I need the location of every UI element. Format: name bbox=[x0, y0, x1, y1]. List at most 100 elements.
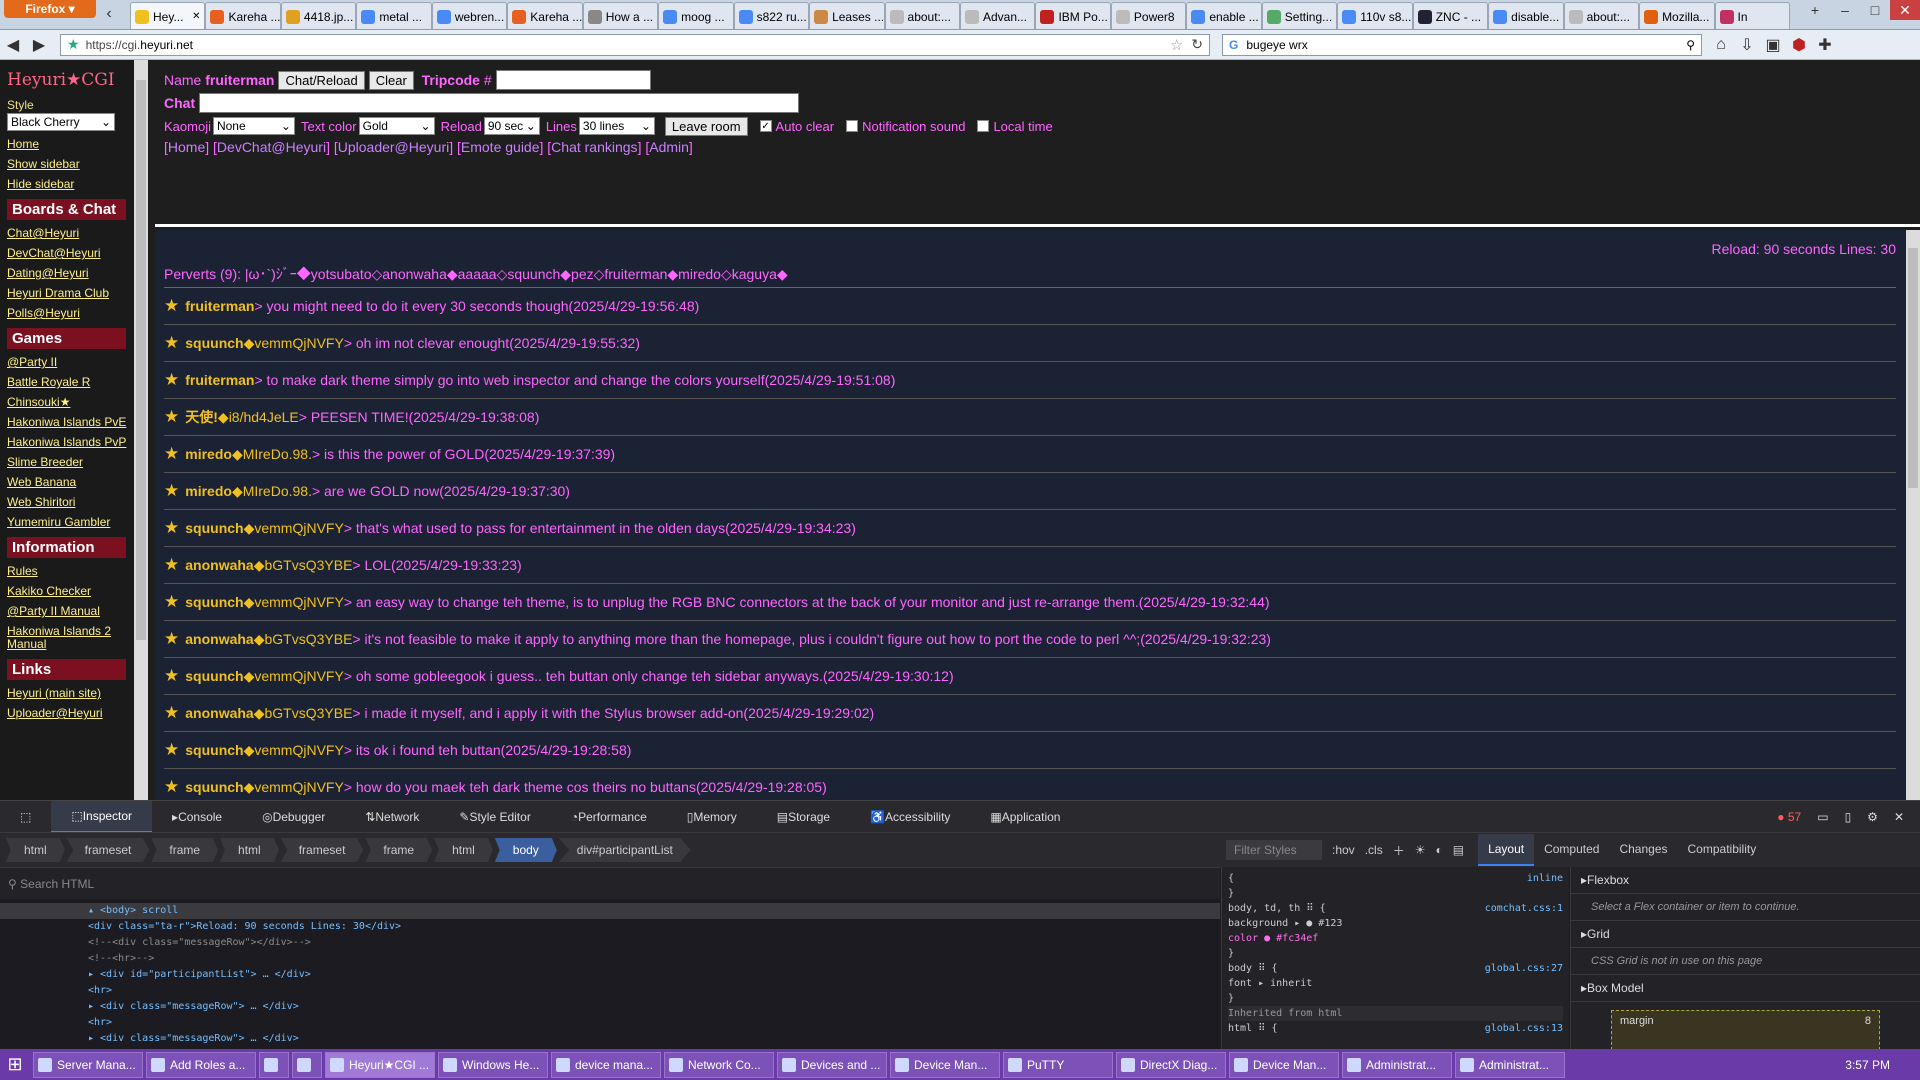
chat-nav-link[interactable]: Emote guide bbox=[461, 139, 540, 155]
sidebar-link[interactable]: Heyuri (main site) bbox=[7, 687, 148, 700]
sidebar-link[interactable]: Chat@Heyuri bbox=[7, 227, 148, 240]
lines-select[interactable]: 30 lines ⌄ bbox=[578, 117, 655, 135]
start-button[interactable]: ⊞ bbox=[0, 1049, 30, 1080]
puzzle-icon[interactable]: ✚ bbox=[1812, 33, 1838, 57]
chat-nav-link[interactable]: Admin bbox=[649, 139, 689, 155]
taskbar-item[interactable]: Administrat... bbox=[1455, 1051, 1565, 1078]
html-tree-node[interactable]: ▸ <div id="participantList"> … </div> bbox=[0, 967, 1220, 983]
taskbar-item[interactable]: Device Man... bbox=[890, 1051, 1000, 1078]
sidebar-link[interactable]: Chinsouki★ bbox=[7, 396, 148, 409]
sidebar-link[interactable]: @Party II bbox=[7, 356, 148, 369]
html-tree-node[interactable]: <hr> bbox=[0, 1015, 1220, 1031]
chat-input[interactable] bbox=[199, 93, 800, 113]
hov-toggle[interactable]: :hov bbox=[1332, 843, 1355, 857]
add-rule-icon[interactable]: ＋ bbox=[1393, 842, 1405, 859]
scroll-thumb[interactable] bbox=[1908, 248, 1918, 488]
forward-button[interactable]: ▶ bbox=[26, 33, 52, 57]
devtools-side-tab[interactable]: Layout bbox=[1478, 834, 1535, 866]
devtools-side-tab[interactable]: Computed bbox=[1534, 834, 1609, 866]
taskbar-item[interactable]: Server Mana... bbox=[33, 1051, 143, 1078]
taskbar-item[interactable]: Windows He... bbox=[438, 1051, 548, 1078]
browser-tab[interactable]: 4418.jp... bbox=[280, 2, 357, 29]
search-bar[interactable]: G bugeye wrx ⚲ bbox=[1222, 33, 1702, 56]
devtools-tab-inspector[interactable]: ⬚ Inspector bbox=[51, 800, 153, 833]
taskbar-item[interactable]: Add Roles a... bbox=[146, 1051, 256, 1078]
chat-scrollbar[interactable] bbox=[1906, 230, 1920, 800]
taskbar-item[interactable]: PuTTY bbox=[1003, 1051, 1113, 1078]
breadcrumb-item[interactable]: html bbox=[6, 838, 65, 862]
sidebar-link[interactable]: Hakoniwa Islands PvP bbox=[7, 436, 148, 449]
browser-tab[interactable]: IBM Po... bbox=[1035, 2, 1111, 29]
maximize-button[interactable]: □ bbox=[1860, 0, 1890, 20]
sidebar-link[interactable]: @Party II Manual bbox=[7, 605, 148, 618]
scroll-thumb[interactable] bbox=[136, 80, 146, 640]
devtools-tab-performance[interactable]: ◔ Performance bbox=[551, 801, 667, 833]
close-window-button[interactable]: ✕ bbox=[1890, 0, 1920, 20]
style-select[interactable]: Black Cherry ⌄ bbox=[7, 113, 115, 131]
name-value[interactable]: fruiterman bbox=[205, 72, 274, 88]
devtools-tab-debugger[interactable]: ◎ Debugger bbox=[242, 801, 345, 833]
devtools-tab-network[interactable]: ⇅ Network bbox=[345, 801, 439, 833]
breadcrumb-item[interactable]: body bbox=[494, 838, 557, 862]
browser-tab[interactable]: s822 ru... bbox=[733, 2, 810, 29]
url-bar[interactable]: ★ https://cgi. heyuri.net ☆ ↻ bbox=[60, 33, 1210, 56]
addon-icon[interactable]: ▣ bbox=[1760, 33, 1786, 57]
taskbar-item[interactable]: Devices and ... bbox=[777, 1051, 887, 1078]
chat-nav-link[interactable]: Uploader@Heyuri bbox=[338, 139, 449, 155]
responsive-icon[interactable]: ▯ bbox=[1845, 810, 1852, 824]
browser-tab[interactable]: ZNC - ... bbox=[1412, 2, 1489, 29]
layout-section[interactable]: ▸ Flexbox bbox=[1571, 867, 1920, 894]
settings-icon[interactable]: ⚙ bbox=[1867, 810, 1878, 824]
css-rule-source[interactable]: global.css:13 bbox=[1485, 1021, 1563, 1036]
breadcrumb-item[interactable]: html bbox=[220, 838, 279, 862]
browser-tab[interactable]: about:... bbox=[884, 2, 960, 29]
clear-button[interactable]: Clear bbox=[368, 70, 414, 90]
taskbar-item[interactable]: DirectX Diag... bbox=[1116, 1051, 1226, 1078]
html-tree-node[interactable]: ▸ <div class="messageRow"> … </div> bbox=[0, 999, 1220, 1015]
ublock-icon[interactable]: ⬢ bbox=[1786, 33, 1812, 57]
browser-tab[interactable]: 110v s8... bbox=[1337, 2, 1413, 29]
devtools-tab-memory[interactable]: ▯ Memory bbox=[667, 801, 757, 833]
breadcrumb-item[interactable]: html bbox=[434, 838, 493, 862]
browser-tab[interactable]: about:... bbox=[1563, 2, 1640, 29]
sidebar-link[interactable]: Uploader@Heyuri bbox=[7, 707, 148, 720]
close-icon[interactable]: ✕ bbox=[1894, 810, 1904, 824]
textcolor-select[interactable]: Gold ⌄ bbox=[358, 117, 435, 135]
sidebar-link[interactable]: Kakiko Checker bbox=[7, 585, 148, 598]
local-time-checkbox[interactable] bbox=[977, 120, 990, 132]
browser-tab[interactable]: Kareha ... bbox=[205, 2, 281, 29]
sidebar-link[interactable]: Home bbox=[7, 138, 148, 151]
sidebar-link[interactable]: Hakoniwa Islands PvE bbox=[7, 416, 148, 429]
chat-nav-link[interactable]: Chat rankings bbox=[551, 139, 637, 155]
breadcrumb-item[interactable]: frame bbox=[365, 838, 433, 862]
bookmark-star-icon[interactable]: ☆ bbox=[1170, 36, 1183, 54]
sidebar-link[interactable]: Polls@Heyuri bbox=[7, 307, 148, 320]
browser-tab[interactable]: In bbox=[1714, 2, 1790, 29]
css-rule-source[interactable]: global.css:27 bbox=[1485, 961, 1563, 976]
sidebar-link[interactable]: Show sidebar bbox=[7, 158, 148, 171]
sidebar-link[interactable]: Hide sidebar bbox=[7, 178, 148, 191]
minimize-button[interactable]: – bbox=[1830, 0, 1860, 20]
taskbar-item[interactable]: Network Co... bbox=[664, 1051, 774, 1078]
filter-styles-input[interactable]: Filter Styles bbox=[1226, 840, 1322, 860]
sidebar-link[interactable]: Battle Royale R bbox=[7, 376, 148, 389]
error-count[interactable]: ● 57 bbox=[1777, 810, 1801, 824]
taskbar-item[interactable] bbox=[259, 1051, 289, 1078]
sidebar-link[interactable]: Yumemiru Gambler bbox=[7, 516, 148, 529]
chat-nav-link[interactable]: Home bbox=[168, 139, 205, 155]
html-tree-node[interactable]: <hr> bbox=[0, 983, 1220, 999]
chat-nav-link[interactable]: DevChat@Heyuri bbox=[217, 139, 326, 155]
sidebar-link[interactable]: Web Shiritori bbox=[7, 496, 148, 509]
reload-icon[interactable]: ↻ bbox=[1191, 36, 1203, 53]
html-tree-node[interactable]: ▴ <body> scroll bbox=[0, 903, 1220, 919]
html-tree-node[interactable]: <!--<hr>--> bbox=[0, 951, 1220, 967]
taskbar-item[interactable]: Device Man... bbox=[1229, 1051, 1339, 1078]
devtools-tab-style-editor[interactable]: ✎ Style Editor bbox=[439, 801, 550, 833]
sidebar-link[interactable]: DevChat@Heyuri bbox=[7, 247, 148, 260]
browser-tab[interactable]: How a ... bbox=[582, 2, 659, 29]
breadcrumb-item[interactable]: frameset bbox=[280, 838, 364, 862]
devtools-pick-icon[interactable]: ⬚ bbox=[0, 801, 51, 833]
auto-clear-checkbox[interactable]: ✓ bbox=[759, 120, 772, 132]
taskbar-item[interactable]: device mana... bbox=[551, 1051, 661, 1078]
sidebar-scrollbar[interactable] bbox=[134, 60, 148, 800]
